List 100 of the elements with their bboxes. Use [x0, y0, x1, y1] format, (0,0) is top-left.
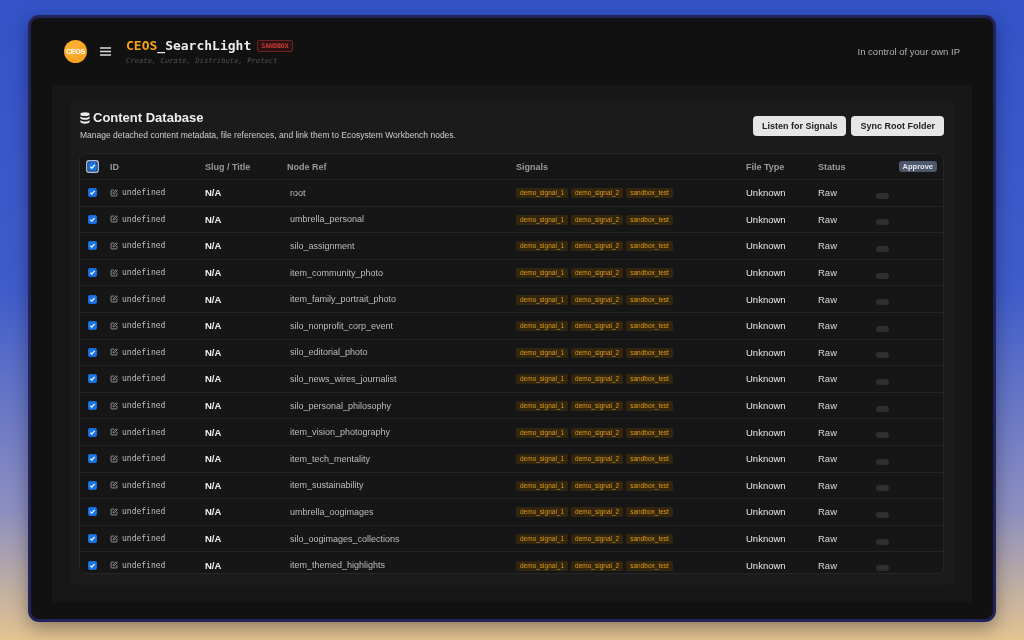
row-checkbox[interactable] — [88, 401, 97, 411]
row-checkbox[interactable] — [88, 188, 97, 198]
approve-toggle[interactable] — [876, 272, 889, 279]
slug-text: N/A — [205, 187, 222, 199]
column-header: Slug / Title — [205, 161, 251, 172]
id-text: undefined — [122, 294, 166, 304]
row-checkbox[interactable] — [88, 427, 97, 437]
id-text: undefined — [122, 321, 166, 331]
edit-icon[interactable] — [110, 454, 118, 463]
edit-icon[interactable] — [110, 321, 118, 330]
column-header: ID — [110, 161, 119, 172]
row-checkbox[interactable] — [88, 507, 97, 517]
id-text: undefined — [122, 427, 166, 437]
row-checkbox[interactable] — [88, 214, 97, 224]
column-header: File Type — [746, 161, 785, 172]
motto-text: In control of your own IP — [857, 46, 960, 57]
edit-icon[interactable] — [110, 534, 118, 543]
row-checkbox[interactable] — [88, 347, 97, 357]
status-text: Raw — [818, 559, 837, 571]
edit-icon[interactable] — [110, 215, 118, 224]
file-type-text: Unknown — [746, 267, 786, 279]
edit-icon[interactable] — [110, 481, 118, 490]
id-text: undefined — [122, 347, 166, 357]
row-checkbox[interactable] — [88, 321, 97, 331]
file-type-text: Unknown — [746, 293, 786, 305]
edit-icon[interactable] — [110, 401, 118, 410]
approve-toggle[interactable] — [876, 246, 889, 252]
slug-text: N/A — [205, 453, 222, 465]
approve-toggle[interactable] — [876, 485, 889, 492]
slug-text: N/A — [205, 506, 222, 518]
row-checkbox[interactable] — [88, 480, 97, 490]
slug-text: N/A — [205, 400, 222, 412]
row-checkbox[interactable] — [88, 294, 97, 304]
edit-icon[interactable] — [110, 374, 118, 383]
id-text: undefined — [122, 214, 166, 224]
approve-toggle[interactable] — [876, 458, 889, 465]
approve-toggle[interactable] — [876, 538, 889, 545]
file-type-text: Unknown — [746, 426, 786, 438]
approve-toggle[interactable] — [876, 219, 889, 226]
slug-text: N/A — [205, 320, 222, 332]
approve-toggle[interactable] — [876, 192, 889, 199]
status-text: Raw — [818, 293, 837, 305]
slug-text: N/A — [205, 426, 222, 438]
approve-toggle[interactable] — [876, 352, 889, 359]
node-ref-text: umbrella_oogimages — [289, 506, 374, 517]
status-text: Raw — [818, 346, 837, 358]
menu-icon[interactable] — [100, 47, 111, 56]
approve-toggle[interactable] — [876, 511, 889, 518]
approve-toggle[interactable] — [876, 325, 889, 332]
row-checkbox[interactable] — [88, 534, 97, 543]
node-ref-text: item_community_photo — [289, 267, 384, 278]
column-header: Signals — [516, 161, 548, 172]
approve-toggle[interactable] — [876, 432, 889, 439]
id-text: undefined — [122, 507, 166, 517]
status-text: Raw — [818, 426, 837, 438]
section-description: Manage detached content metadata, file references, and link them to Ecosystem Workbench nodes. — [80, 129, 456, 141]
select-all-checkbox[interactable] — [86, 160, 99, 173]
status-text: Raw — [818, 506, 837, 518]
edit-icon[interactable] — [110, 561, 118, 570]
edit-icon[interactable] — [110, 188, 118, 197]
approve-toggle[interactable] — [876, 565, 889, 572]
slug-text: N/A — [205, 346, 222, 358]
node-ref-text: silo_personal_philosophy — [289, 400, 392, 411]
slug-text: N/A — [205, 533, 222, 544]
action-button[interactable]: Listen for Signals — [752, 115, 847, 136]
slug-text: N/A — [205, 213, 222, 225]
slug-text: N/A — [205, 267, 222, 279]
edit-icon[interactable] — [110, 428, 118, 437]
node-ref-text: item_themed_highlights — [289, 560, 386, 571]
id-text: undefined — [122, 188, 166, 198]
file-type-text: Unknown — [746, 187, 786, 199]
status-text: Raw — [818, 400, 837, 412]
row-checkbox[interactable] — [88, 560, 97, 570]
id-text: undefined — [122, 268, 166, 278]
status-text: Raw — [818, 533, 837, 544]
edit-icon[interactable] — [110, 507, 118, 516]
edit-icon[interactable] — [110, 242, 118, 250]
id-text: undefined — [122, 534, 166, 543]
node-ref-text: root — [289, 187, 306, 198]
row-checkbox[interactable] — [88, 454, 97, 464]
node-ref-text: item_vision_photography — [289, 427, 391, 438]
action-button[interactable]: Sync Root Folder — [851, 115, 944, 136]
edit-icon[interactable] — [110, 268, 118, 277]
approve-toggle[interactable] — [876, 299, 889, 306]
edit-icon[interactable] — [110, 348, 118, 357]
file-type-text: Unknown — [746, 320, 786, 332]
status-text: Raw — [818, 453, 837, 465]
row-checkbox[interactable] — [88, 374, 97, 384]
row-checkbox[interactable] — [88, 241, 97, 251]
file-type-text: Unknown — [746, 400, 786, 412]
file-type-text: Unknown — [746, 453, 786, 465]
approve-toggle[interactable] — [876, 405, 889, 412]
edit-icon[interactable] — [110, 295, 118, 304]
node-ref-text: silo_nonprofit_corp_event — [289, 320, 394, 331]
approve-toggle[interactable] — [876, 378, 889, 385]
file-type-text: Unknown — [746, 346, 786, 358]
id-text: undefined — [122, 454, 166, 464]
row-checkbox[interactable] — [88, 268, 97, 278]
id-text: undefined — [122, 560, 166, 570]
status-text: Raw — [818, 267, 837, 279]
